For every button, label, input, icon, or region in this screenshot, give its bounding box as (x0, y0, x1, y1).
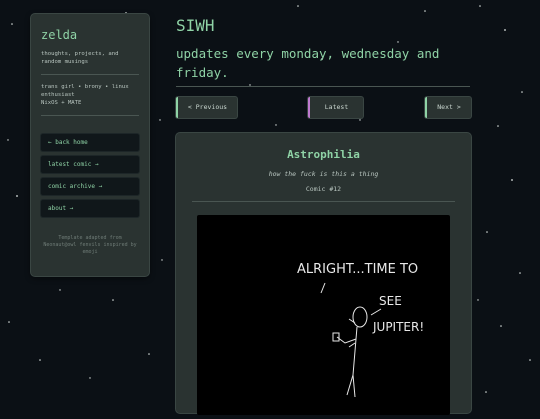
bio-line: trans girl • brony • linux enthusiast (41, 84, 129, 98)
site-tagline: thoughts, projects, and random musings (41, 51, 119, 65)
comic-subtitle: how the fuck is this a thing (268, 170, 379, 178)
comic-drawing: ALRIGHT...TIME TO SEE JUPITER! (297, 262, 424, 398)
latest-comic-link[interactable]: latest comic → (41, 156, 139, 173)
card-divider (192, 201, 455, 202)
update-schedule: updates every monday, wednesday and frid… (176, 46, 440, 80)
sidebar-divider (41, 115, 139, 116)
header-divider (176, 86, 470, 87)
next-button[interactable]: Next > (425, 97, 471, 118)
comic-card: Astrophilia how the fuck is this a thing… (176, 133, 471, 415)
template-credit: Template adapted from Neonaut@owl fenvil… (43, 235, 137, 255)
comic-archive-link[interactable]: comic archive → (41, 178, 139, 195)
site-title[interactable]: zelda (41, 28, 139, 42)
sidebar-divider (41, 74, 139, 75)
page-title: SIWH (176, 16, 215, 35)
comic-title: Astrophilia (287, 148, 360, 161)
latest-button[interactable]: Latest (308, 97, 363, 118)
back-home-link[interactable]: ← back home (41, 134, 139, 151)
comic-caption: SEE (379, 294, 402, 308)
bio-line: NixOS + MATE (41, 100, 82, 106)
stick-figure (320, 282, 382, 398)
comic-number: Comic #12 (305, 185, 342, 193)
previous-button[interactable]: < Previous (176, 97, 237, 118)
comic-caption: JUPITER! (372, 320, 424, 334)
comic-caption: ALRIGHT...TIME TO (297, 262, 418, 277)
sidebar: zelda thoughts, projects, and random mus… (31, 14, 149, 276)
about-link[interactable]: about → (41, 200, 139, 217)
comic-image: ALRIGHT...TIME TO SEE JUPITER! (197, 215, 450, 415)
